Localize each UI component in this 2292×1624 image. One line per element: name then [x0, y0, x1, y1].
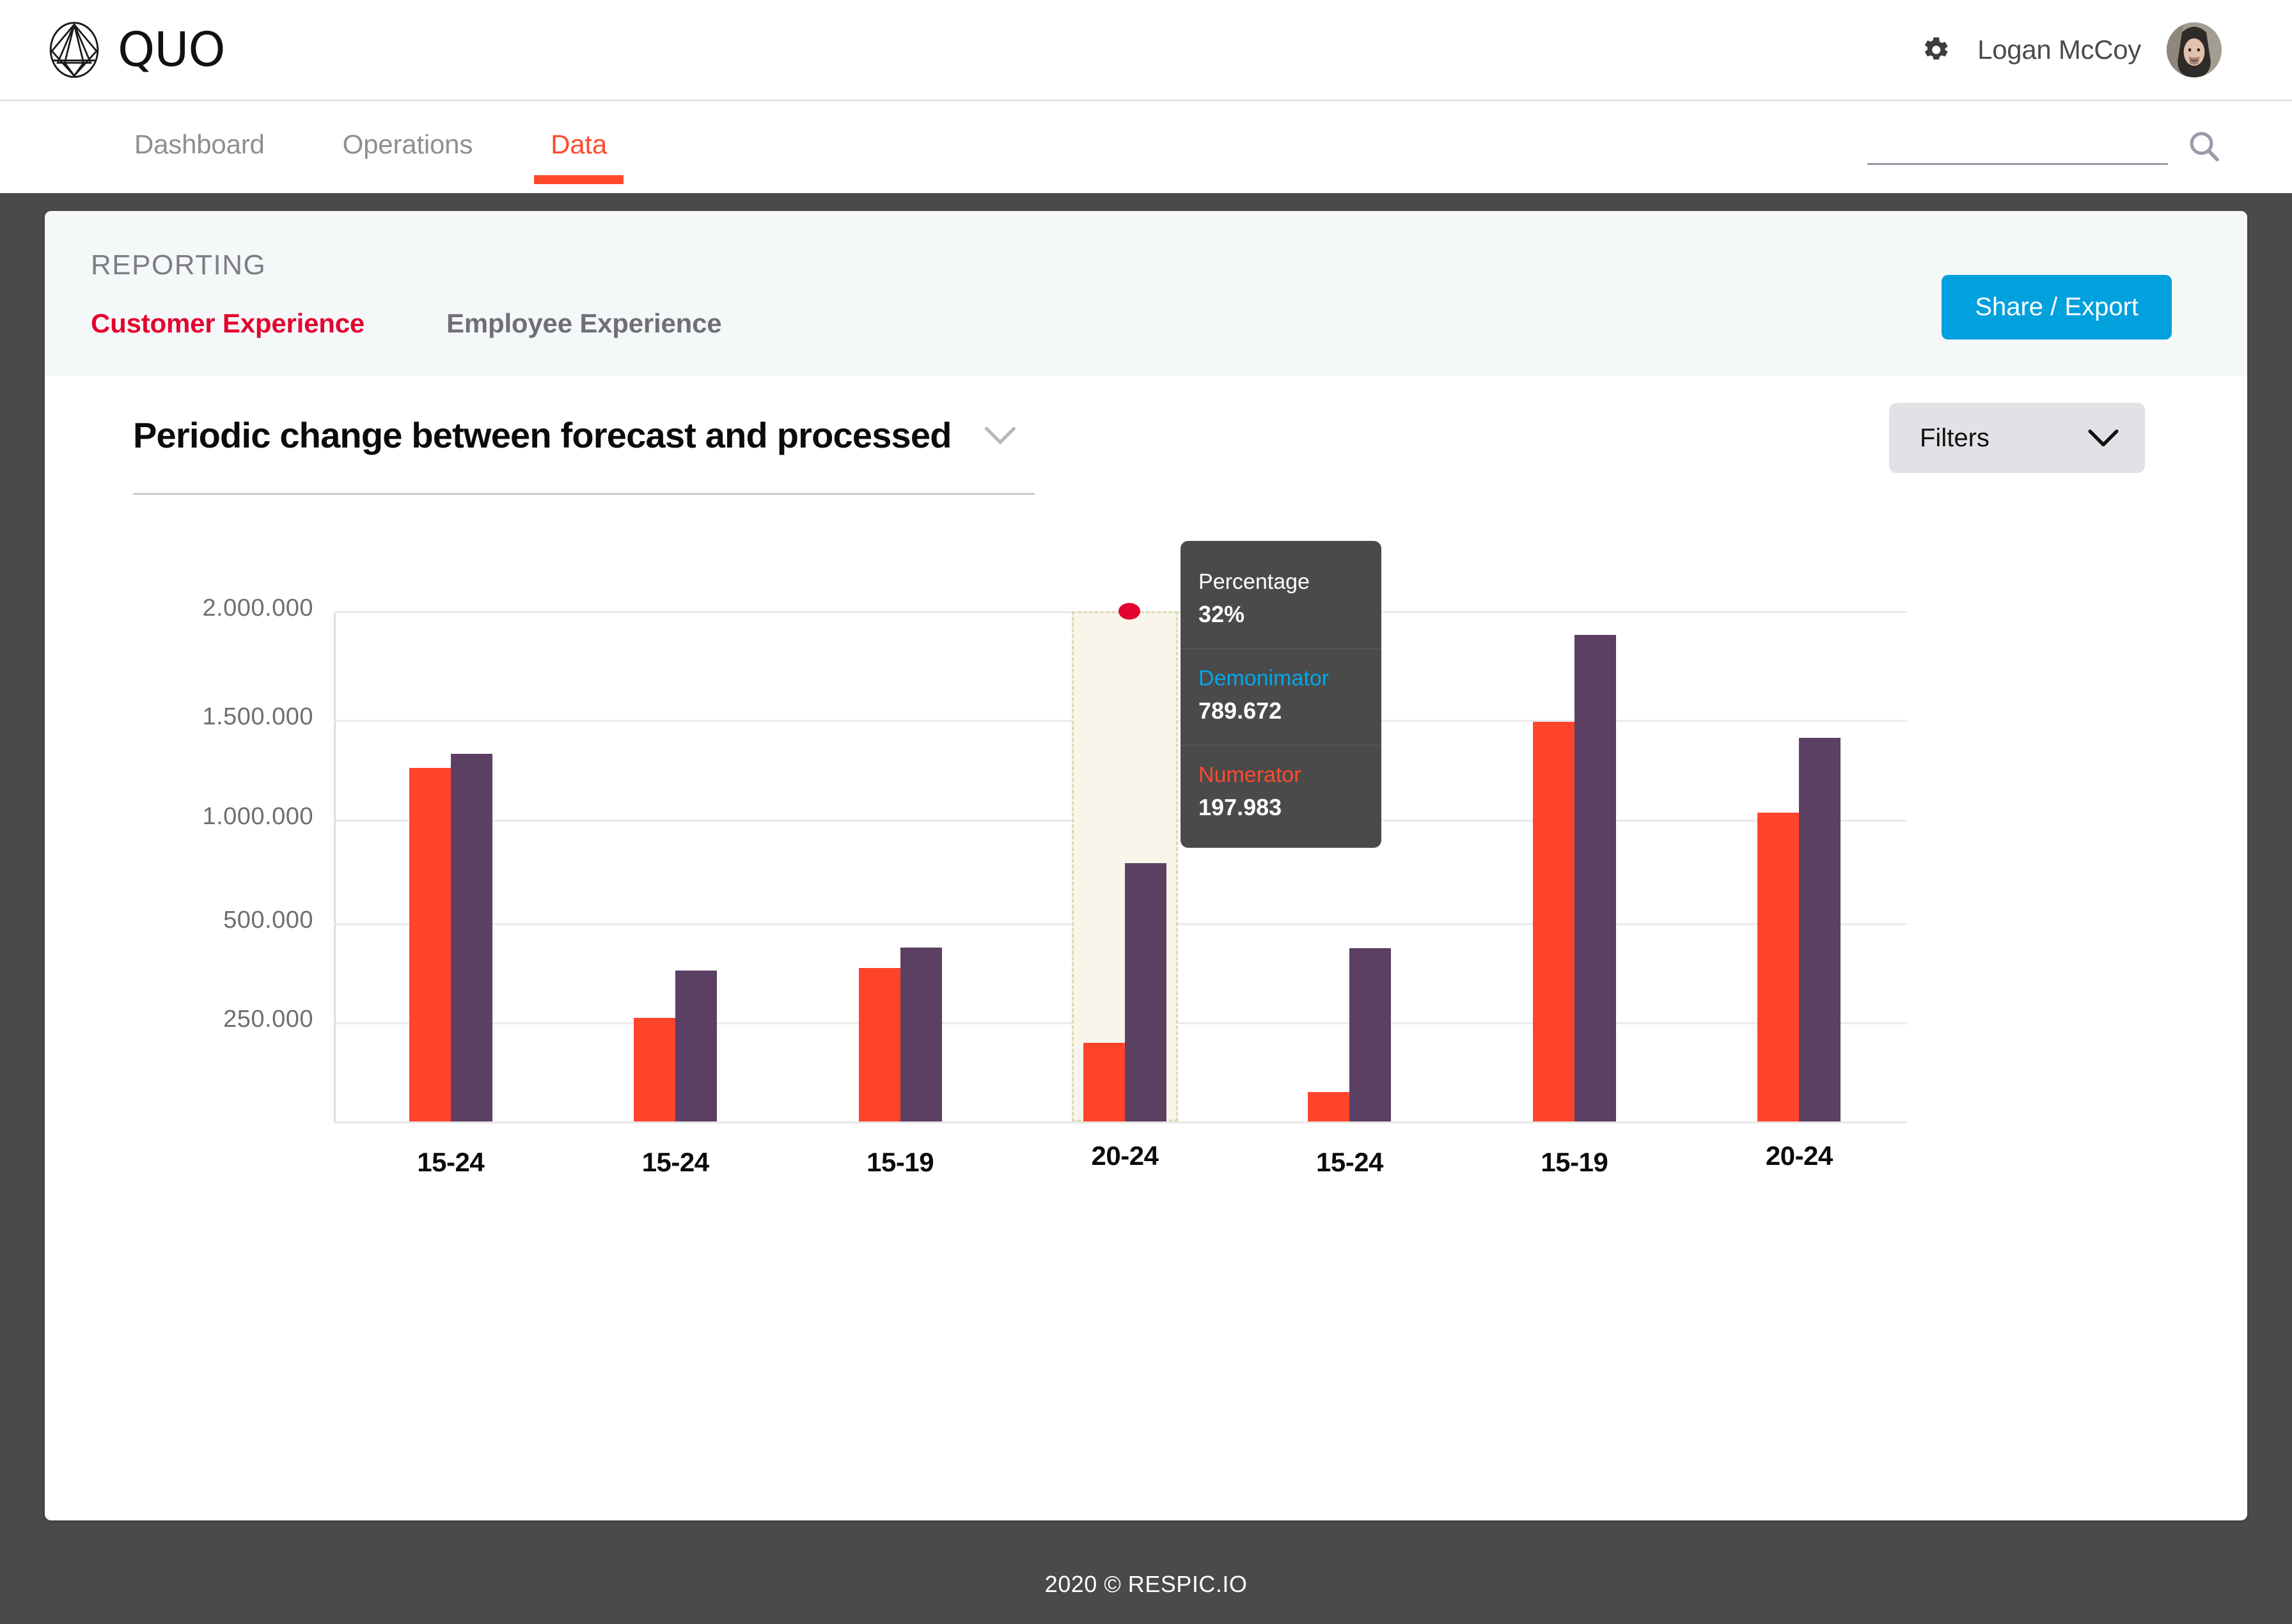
tooltip-numerator-value: 197.983: [1198, 793, 1282, 820]
nav-tabs: Dashboard Operations Data: [45, 101, 685, 193]
user-area: Logan McCoy: [1919, 22, 2222, 77]
chart-title: Periodic change between forecast and pro…: [133, 415, 952, 455]
bar-denominator[interactable]: [1574, 635, 1616, 1121]
bar-numerator[interactable]: [1308, 1091, 1350, 1121]
bar-chart: 2.000.000 1.500.000 1.000.000 500.000 250.00…: [45, 508, 2247, 1339]
report-card: REPORTING Customer Experience Employee E…: [45, 211, 2247, 1520]
brand[interactable]: QUO: [45, 20, 226, 79]
x-axis-tick-label: 20-24: [1091, 1141, 1159, 1171]
chart-header: Periodic change between forecast and pro…: [45, 376, 2247, 495]
subtab-employee-experience[interactable]: Employee Experience: [446, 308, 722, 339]
y-axis-tick-label: 1.000.000: [202, 803, 313, 830]
chevron-down-icon[interactable]: [984, 426, 1017, 445]
x-axis-tick-label: 15-24: [641, 1147, 709, 1177]
bar-denominator[interactable]: [900, 948, 942, 1121]
body-area: REPORTING Customer Experience Employee E…: [0, 193, 2292, 1545]
user-name: Logan McCoy: [1977, 35, 2141, 65]
y-axis-tick-label: 500.000: [223, 907, 313, 933]
brand-name: QUO: [118, 22, 226, 77]
search-area: [1867, 127, 2222, 193]
bar-numerator[interactable]: [1083, 1043, 1126, 1121]
highlight-marker-dot: [1119, 603, 1141, 620]
y-axis-tick-label: 2.000.000: [202, 595, 313, 621]
footer: 2020 © RESPIC.IO: [0, 1545, 2292, 1624]
x-axis-tick-label: 20-24: [1765, 1141, 1833, 1171]
tooltip-denominator-label: Demonimator: [1198, 666, 1330, 691]
x-axis-tick-label: 15-24: [1315, 1147, 1383, 1177]
nav-bar: Dashboard Operations Data: [0, 101, 2292, 193]
chart-tooltip: Percentage 32% Demonimator 789.672 Numer…: [1181, 541, 1382, 848]
bar-denominator[interactable]: [675, 971, 718, 1121]
nav-tab-data[interactable]: Data: [534, 129, 624, 193]
footer-copyright: 2020 © RESPIC.IO: [1044, 1571, 1248, 1597]
bar-denominator[interactable]: [1349, 948, 1392, 1121]
x-axis-tick-label: 15-19: [1541, 1147, 1608, 1177]
bar-numerator[interactable]: [1532, 722, 1574, 1121]
tooltip-denominator-value: 789.672: [1198, 697, 1282, 724]
x-axis-baseline: [334, 1121, 1907, 1123]
user-avatar-icon: [2167, 22, 2222, 77]
chevron-down-icon: [2088, 429, 2119, 447]
bar-denominator[interactable]: [1799, 738, 1841, 1121]
page-title: REPORTING: [91, 249, 267, 281]
share-export-button[interactable]: Share / Export: [1942, 275, 2172, 340]
tooltip-divider: [1181, 648, 1382, 649]
top-bar: QUO Logan McCoy: [0, 0, 2292, 101]
chart-title-selector[interactable]: Periodic change between forecast and pro…: [133, 414, 1035, 495]
tooltip-percentage-value: 32%: [1198, 600, 1245, 627]
x-axis-tick-label: 15-24: [417, 1147, 485, 1177]
tooltip-percentage-label: Percentage: [1198, 570, 1310, 594]
tooltip-numerator-label: Numerator: [1198, 762, 1301, 787]
bar-numerator[interactable]: [858, 968, 900, 1121]
tooltip-divider: [1181, 744, 1382, 746]
quo-gem-logo-icon: [49, 22, 99, 78]
gear-icon[interactable]: [1919, 33, 1952, 66]
bar-numerator[interactable]: [634, 1017, 676, 1121]
filters-label: Filters: [1920, 423, 1990, 452]
bar-numerator[interactable]: [1757, 813, 1800, 1121]
nav-tab-dashboard[interactable]: Dashboard: [134, 129, 265, 193]
sub-tabs: Customer Experience Employee Experience: [45, 308, 2247, 339]
avatar[interactable]: [2167, 22, 2222, 77]
search-input[interactable]: [1867, 127, 2168, 165]
app-root: QUO Logan McCoy Dashboard Operations Dat…: [0, 0, 2292, 1624]
x-axis-tick-label: 15-19: [867, 1147, 934, 1177]
y-axis-tick-label: 1.500.000: [202, 703, 313, 730]
y-axis-line: [334, 611, 336, 1121]
bar-numerator[interactable]: [409, 767, 451, 1121]
y-axis-tick-label: 250.000: [223, 1006, 313, 1033]
bar-denominator[interactable]: [1125, 863, 1167, 1121]
filters-dropdown[interactable]: Filters: [1889, 403, 2145, 473]
bar-denominator[interactable]: [450, 754, 492, 1121]
subtab-customer-experience[interactable]: Customer Experience: [91, 308, 365, 339]
nav-tab-operations[interactable]: Operations: [343, 129, 473, 193]
card-header: REPORTING Customer Experience Employee E…: [45, 211, 2247, 376]
search-icon[interactable]: [2186, 129, 2222, 164]
